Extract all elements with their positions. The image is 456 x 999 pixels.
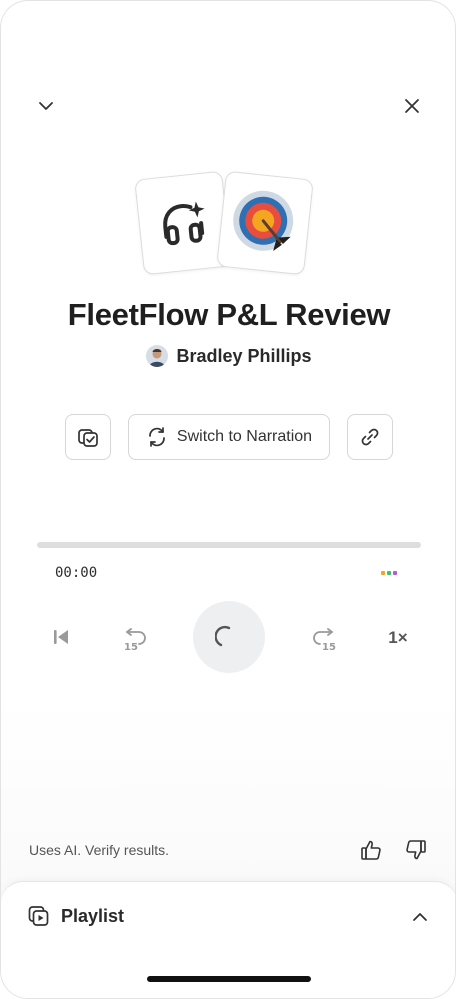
playlist-header[interactable]: Playlist — [27, 904, 124, 928]
collapse-button[interactable] — [29, 89, 63, 123]
skip-back-icon: 15 — [124, 628, 146, 653]
skip-previous-icon — [54, 630, 68, 644]
target-dart-icon — [233, 190, 294, 252]
progress-bar[interactable] — [37, 542, 421, 548]
play-button[interactable] — [193, 601, 265, 673]
author-row: Bradley Phillips — [1, 345, 455, 367]
playlist-label: Playlist — [61, 905, 125, 926]
skip-forward-icon: 15 — [313, 628, 336, 653]
loading-dots — [381, 571, 397, 575]
episode-cover-art — [134, 169, 325, 279]
player-screen: FleetFlow P&L Review Bradley Phillips Sw… — [0, 0, 456, 999]
headphones-sparkle-icon — [163, 201, 205, 246]
refresh-icon — [149, 427, 165, 447]
avatar — [146, 345, 169, 367]
thumbs-down-button[interactable] — [403, 837, 429, 863]
episode-title: FleetFlow P&L Review — [67, 297, 391, 332]
previous-button[interactable] — [45, 621, 77, 653]
dot-3 — [393, 571, 397, 575]
copy-check-icon — [78, 429, 98, 447]
playlist-panel[interactable]: Playlist — [1, 881, 455, 998]
thumbs-up-button[interactable] — [358, 837, 384, 863]
elapsed-time: 00:00 — [55, 565, 98, 581]
switch-to-narration-button[interactable]: Switch to Narration — [128, 414, 330, 460]
copy-button[interactable] — [65, 414, 111, 460]
cover-card-right — [216, 170, 314, 276]
copy-link-button[interactable] — [347, 414, 393, 460]
dot-1 — [381, 571, 385, 575]
chevron-up-icon — [413, 913, 427, 921]
playback-speed-button[interactable]: 1× — [381, 623, 415, 653]
close-button[interactable] — [395, 89, 429, 123]
thumbs-up-icon — [361, 840, 381, 860]
expand-playlist-button[interactable] — [405, 902, 435, 932]
playback-controls: 15 15 1× — [1, 601, 455, 673]
skip-forward-15-button[interactable]: 15 — [306, 621, 340, 655]
thumbs-down-icon — [406, 840, 426, 860]
playlist-icon — [28, 906, 49, 926]
dot-2 — [387, 571, 391, 575]
skip-forward-label: 15 — [322, 642, 336, 653]
action-row: Switch to Narration — [1, 414, 455, 462]
author-name: Bradley Phillips — [176, 345, 312, 366]
link-icon — [361, 428, 379, 446]
skip-back-15-button[interactable]: 15 — [119, 621, 153, 655]
home-indicator — [147, 976, 311, 982]
chevron-down-icon — [39, 102, 53, 110]
skip-back-label: 15 — [124, 642, 138, 653]
ai-disclaimer: Uses AI. Verify results. — [29, 842, 170, 858]
close-icon — [405, 99, 419, 113]
switch-label: Switch to Narration — [176, 428, 313, 445]
loading-spinner-icon — [215, 625, 231, 647]
